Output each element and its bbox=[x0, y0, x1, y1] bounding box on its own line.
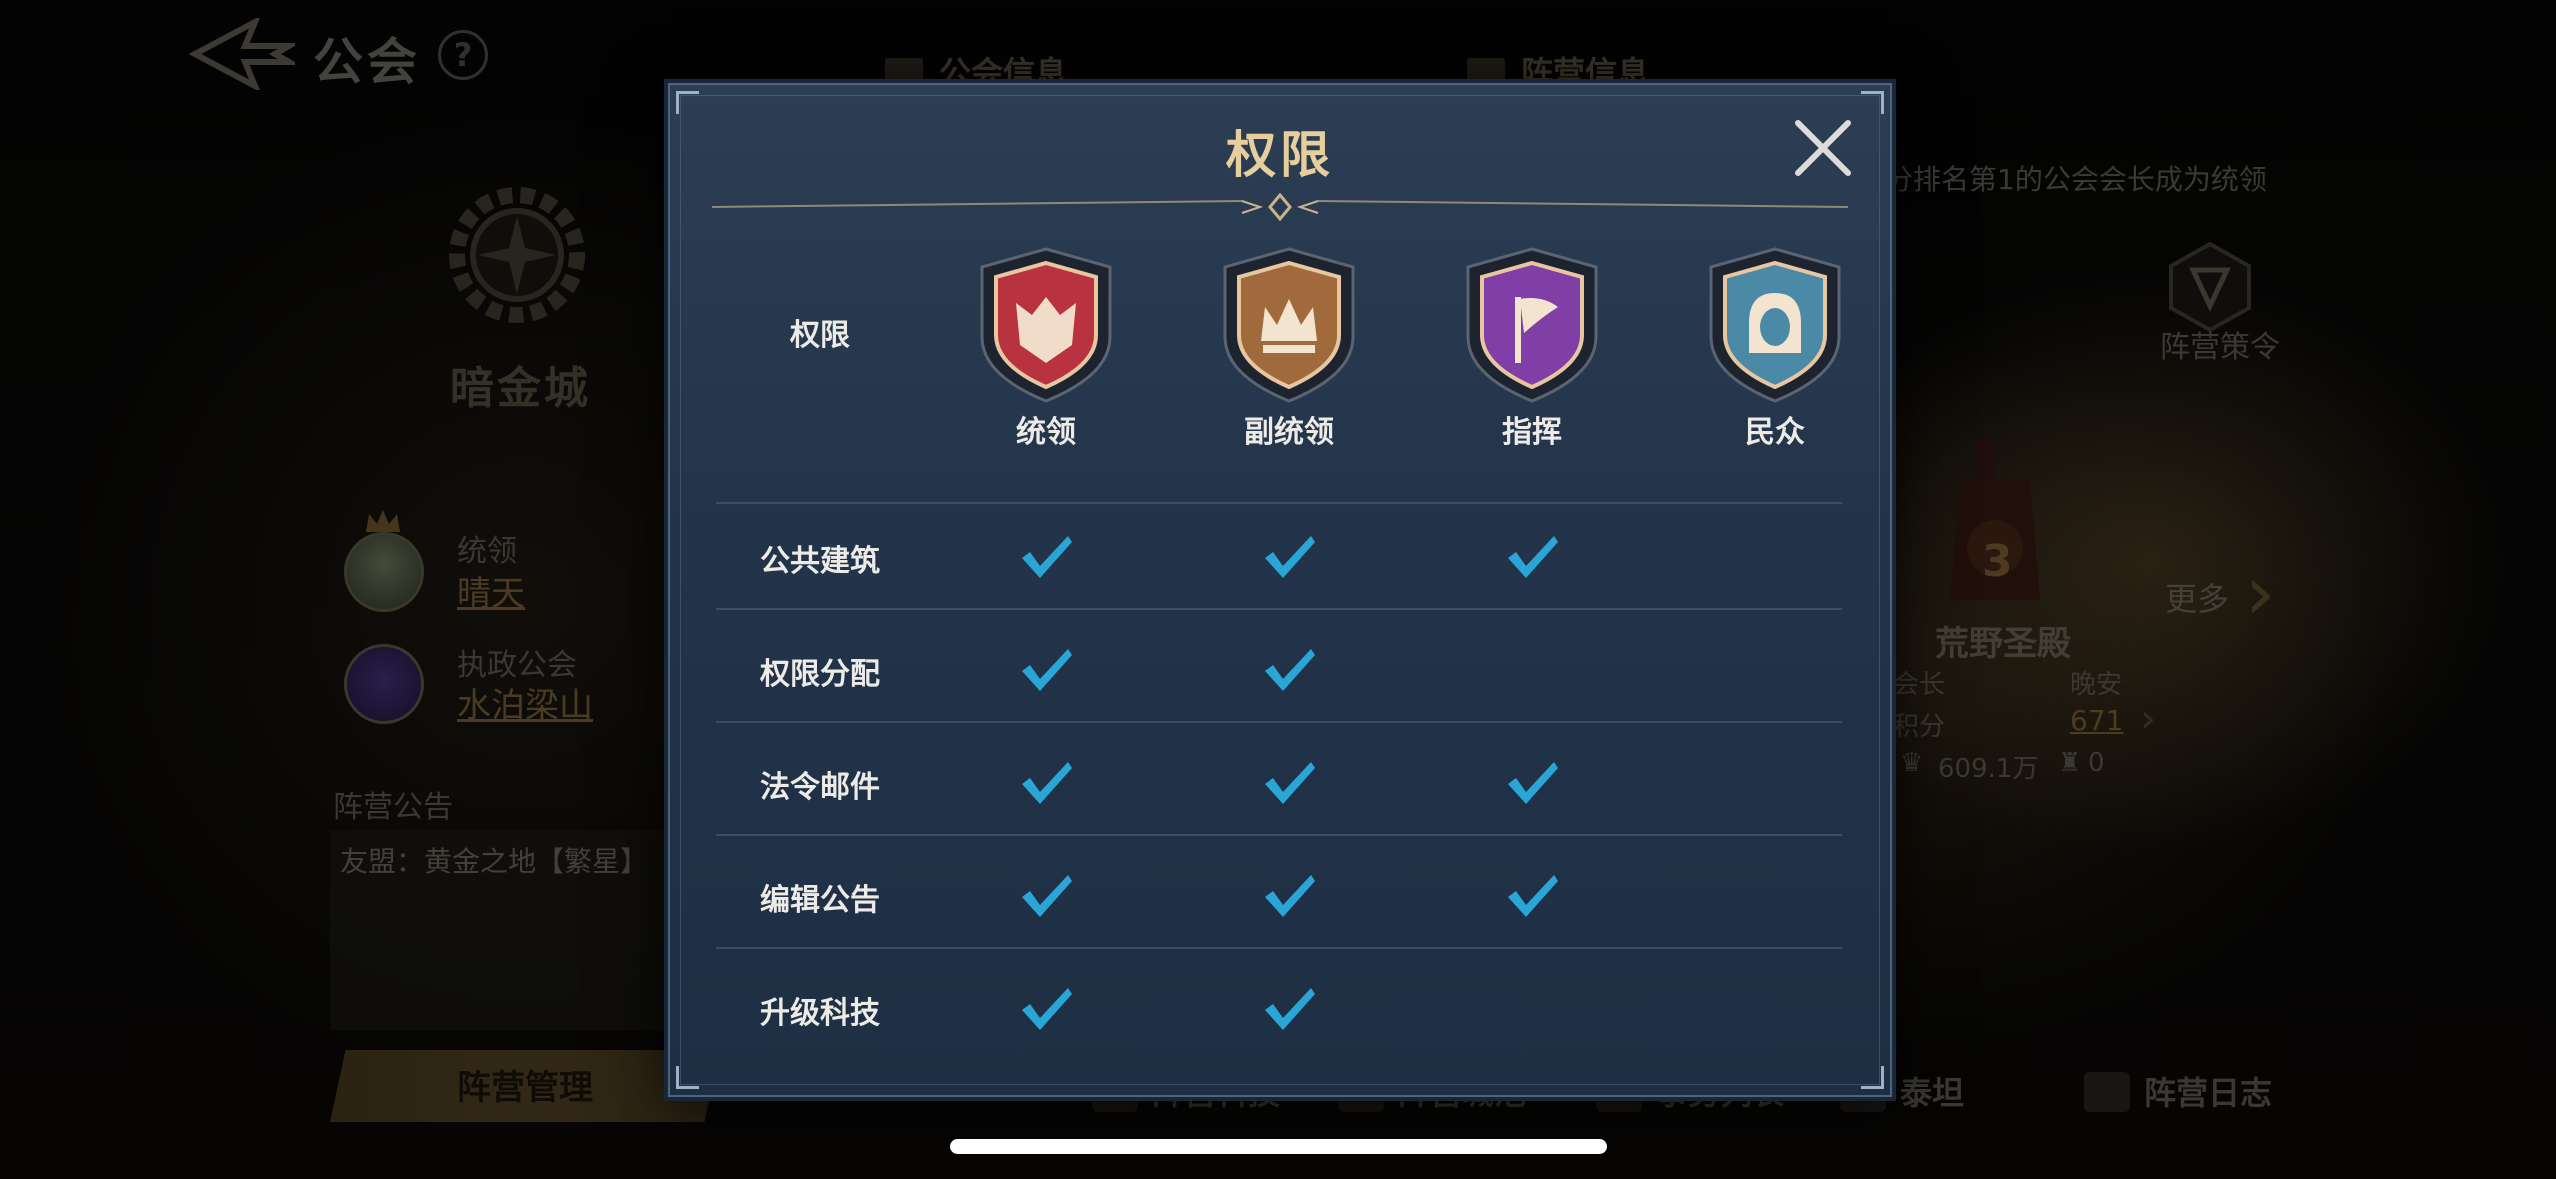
check-icon bbox=[1022, 649, 1072, 691]
check-icon bbox=[1265, 762, 1315, 804]
row-divider bbox=[716, 721, 1842, 723]
check-icon bbox=[1508, 762, 1558, 804]
row-divider bbox=[716, 502, 1842, 504]
check-icon bbox=[1265, 988, 1315, 1030]
commander-shield-icon bbox=[980, 247, 1112, 403]
corner-ornament bbox=[1861, 91, 1884, 114]
check-icon bbox=[1265, 875, 1315, 917]
check-icon bbox=[1022, 536, 1072, 578]
check-icon bbox=[1265, 649, 1315, 691]
permission-decree-mail: 法令邮件 bbox=[760, 770, 880, 805]
modal-frame bbox=[680, 95, 1880, 1085]
permission-public-buildings: 公共建筑 bbox=[760, 544, 880, 579]
corner-ornament bbox=[1861, 1066, 1884, 1089]
row-divider bbox=[716, 608, 1842, 610]
role-col-citizen: 民众 bbox=[1695, 245, 1855, 451]
close-icon[interactable] bbox=[1790, 115, 1856, 181]
permission-upgrade-tech: 升级科技 bbox=[760, 996, 880, 1031]
check-icon bbox=[1508, 536, 1558, 578]
role-name: 民众 bbox=[1745, 415, 1805, 450]
permission-edit-notice: 编辑公告 bbox=[760, 883, 880, 918]
role-name: 指挥 bbox=[1502, 415, 1562, 450]
check-icon bbox=[1022, 762, 1072, 804]
check-icon bbox=[1022, 875, 1072, 917]
flag-shield-icon bbox=[1466, 247, 1598, 403]
check-icon bbox=[1022, 988, 1072, 1030]
row-divider bbox=[716, 947, 1842, 949]
title-divider bbox=[712, 193, 1848, 221]
home-indicator[interactable] bbox=[950, 1139, 1607, 1154]
crown-shield-icon bbox=[1223, 247, 1355, 403]
permissions-modal: 权限 权限 统领 副统领 指挥 民众 公共建筑 权限分配 法令邮件 编辑公告 升… bbox=[668, 83, 1892, 1097]
corner-ornament bbox=[676, 91, 699, 114]
row-divider bbox=[716, 834, 1842, 836]
role-col-commander: 统领 bbox=[966, 245, 1126, 451]
corner-ornament bbox=[676, 1066, 699, 1089]
modal-title: 权限 bbox=[1226, 126, 1334, 184]
role-name: 统领 bbox=[1016, 415, 1076, 450]
role-col-vice-commander: 副统领 bbox=[1209, 245, 1369, 451]
citizen-shield-icon bbox=[1709, 247, 1841, 403]
role-col-director: 指挥 bbox=[1452, 245, 1612, 451]
permission-header-label: 权限 bbox=[790, 318, 850, 353]
role-name: 副统领 bbox=[1244, 415, 1334, 450]
check-icon bbox=[1265, 536, 1315, 578]
check-icon bbox=[1508, 875, 1558, 917]
permission-assign-rights: 权限分配 bbox=[760, 657, 880, 692]
